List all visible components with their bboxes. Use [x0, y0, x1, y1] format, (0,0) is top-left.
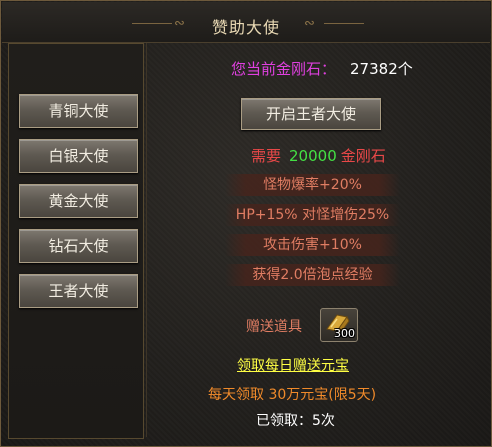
bonus-drop-rate: 怪物爆率+20%: [225, 174, 400, 196]
claimed-count: 已领取：5次: [256, 413, 335, 429]
sidebar-item-diamond[interactable]: 钻石大使: [19, 229, 138, 263]
gift-label: 赠送道具: [246, 319, 302, 335]
gift-item-count: 300: [334, 327, 355, 340]
window-title: 赞助大使: [211, 18, 280, 37]
open-king-sponsor-button[interactable]: 开启王者大使: [241, 98, 381, 130]
title-ornament-line-right: [324, 23, 364, 24]
cost-row: 需要 20000 金刚石: [251, 145, 386, 166]
cost-unit: 金刚石: [340, 147, 386, 165]
bonus-hp-damage: HP+15% 对怪增伤25%: [225, 204, 400, 226]
daily-claim-description: 每天领取 30万元宝(限5天): [208, 387, 377, 403]
gift-item-slot[interactable]: 300: [320, 308, 358, 342]
title-ornament-right-icon: ∾: [304, 16, 315, 31]
daily-claim-link[interactable]: 领取每日赠送元宝: [237, 355, 349, 375]
bonus-exp: 获得2.0倍泡点经验: [225, 264, 400, 286]
cost-prefix: 需要: [251, 147, 282, 165]
cost-amount: 20000: [289, 147, 337, 165]
title-bar: ∾ 赞助大使 ∾: [2, 2, 490, 43]
balance-value: 27382个: [350, 60, 413, 78]
balance-label: 您当前金刚石：: [231, 60, 337, 78]
sidebar-item-king[interactable]: 王者大使: [19, 274, 138, 308]
sidebar-item-silver[interactable]: 白银大使: [19, 139, 138, 173]
bonus-attack: 攻击伤害+10%: [225, 234, 400, 256]
balance-row: 您当前金刚石： 27382个: [231, 58, 413, 79]
sidebar-item-bronze[interactable]: 青铜大使: [19, 94, 138, 128]
sidebar-item-gold[interactable]: 黄金大使: [19, 184, 138, 218]
